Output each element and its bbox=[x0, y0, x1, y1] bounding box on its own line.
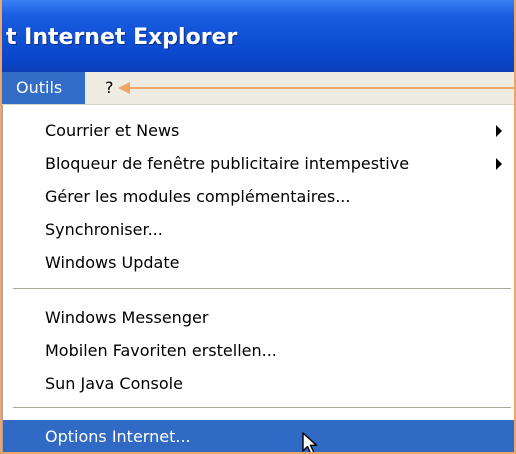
menu-separator bbox=[13, 407, 511, 409]
annotation-arrow-icon bbox=[118, 82, 130, 94]
menu-item-label: Mobilen Favoriten erstellen... bbox=[45, 341, 277, 360]
menu-help[interactable]: ? bbox=[105, 72, 114, 104]
menu-item-label: Windows Update bbox=[45, 253, 180, 272]
menu-item-windows-update[interactable]: Windows Update bbox=[3, 246, 514, 279]
title-bar[interactable]: t Internet Explorer bbox=[2, 0, 514, 72]
menu-item-label: Windows Messenger bbox=[45, 308, 209, 327]
menu-item-sun-java-console[interactable]: Sun Java Console bbox=[3, 367, 514, 400]
menu-item-mobile-favorites[interactable]: Mobilen Favoriten erstellen... bbox=[3, 334, 514, 367]
submenu-arrow-icon bbox=[496, 158, 502, 170]
menu-item-label: Courrier et News bbox=[45, 121, 180, 140]
menu-item-popup-blocker[interactable]: Bloqueur de fenêtre publicitaire intempe… bbox=[3, 147, 514, 180]
menu-separator bbox=[13, 288, 511, 290]
menu-item-label: Options Internet... bbox=[45, 427, 191, 446]
window-title: t Internet Explorer bbox=[6, 25, 238, 50]
submenu-arrow-icon bbox=[496, 125, 502, 137]
menu-item-mail-news[interactable]: Courrier et News bbox=[3, 114, 514, 147]
mouse-cursor-icon bbox=[302, 432, 322, 452]
annotation-arrow-line bbox=[128, 87, 514, 89]
menu-item-synchronize[interactable]: Synchroniser... bbox=[3, 213, 514, 246]
menu-item-label: Sun Java Console bbox=[45, 374, 183, 393]
menu-tools[interactable]: Outils bbox=[2, 72, 85, 104]
menu-item-label: Bloqueur de fenêtre publicitaire intempe… bbox=[45, 154, 410, 173]
menu-item-windows-messenger[interactable]: Windows Messenger bbox=[3, 301, 514, 334]
menu-item-label: Gérer les modules complémentaires... bbox=[45, 187, 351, 206]
menu-item-internet-options[interactable]: Options Internet... bbox=[3, 420, 514, 452]
menu-item-manage-addons[interactable]: Gérer les modules complémentaires... bbox=[3, 180, 514, 213]
tools-dropdown-menu: Courrier et News Bloqueur de fenêtre pub… bbox=[2, 105, 514, 452]
menu-item-label: Synchroniser... bbox=[45, 220, 163, 239]
ie-window: t Internet Explorer Outils ? Courrier et… bbox=[0, 0, 516, 454]
